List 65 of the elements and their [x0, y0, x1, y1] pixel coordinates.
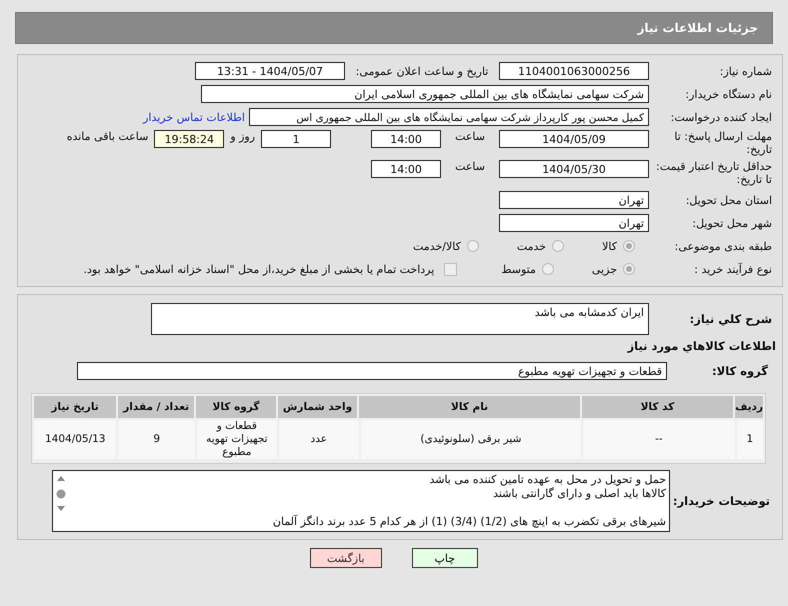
- radio-button[interactable]: [466, 240, 479, 252]
- remaining-time-field: 19:58:24: [154, 130, 224, 148]
- time-label: ساعت: [455, 130, 485, 143]
- table-cell: شیر برقی (سلونوئیدی): [360, 420, 582, 459]
- deadline-date-field: 1404/05/09: [499, 130, 649, 148]
- field-label: نام دستگاه خریدار:: [684, 88, 773, 100]
- radio-label: خدمت: [516, 240, 546, 252]
- column-header: تعداد / مقدار: [118, 396, 194, 418]
- radio-button[interactable]: [552, 240, 564, 252]
- back-button[interactable]: بازگشت: [310, 548, 382, 568]
- checkbox-label: پرداخت تمام یا بخشی از مبلغ خرید،از محل "اسناد خزانه اسلامی" خواهد بود.: [84, 262, 434, 276]
- field-label: تاریخ و ساعت اعلان عمومی:: [354, 64, 490, 78]
- field-label: ایجاد کننده درخواست:: [670, 110, 773, 124]
- column-header: نام کالا: [359, 396, 580, 418]
- radio-label: کالا: [602, 240, 617, 252]
- column-header: ردیف: [735, 396, 763, 418]
- goods-group-field: قطعات و تجهیزات تهویه مطبوع: [77, 362, 667, 380]
- city-field: تهران: [499, 214, 649, 232]
- note-line: شیرهای برقی تکضرب به اینچ های (1/2) (3/4) (1) از هر کدام 5 عدد برند دانگز آلمان: [272, 515, 666, 529]
- radio-label: جزیی: [592, 262, 617, 276]
- page-title: جزئیات اطلاعات نیاز: [637, 21, 758, 35]
- buyer-contact-link[interactable]: اطلاعات تماس خریدار: [143, 110, 245, 124]
- field-label: استان محل تحویل:: [684, 194, 773, 206]
- field-label: مهلت ارسال پاسخ: تا تاریخ:: [673, 130, 773, 156]
- radio-label: متوسط: [501, 262, 536, 276]
- checkbox[interactable]: [444, 262, 458, 276]
- note-line: کالاها باید اصلی و دارای گارانتی باشند: [492, 487, 666, 501]
- radio-button[interactable]: [542, 263, 554, 275]
- column-header: واحد شمارش: [278, 396, 358, 418]
- table-cell: قطعات و تجهیزات تهویه مطبوع: [196, 420, 277, 459]
- time-label: ساعت: [455, 160, 485, 173]
- days-field: 1: [261, 130, 332, 148]
- remaining-label: ساعت باقی مانده: [66, 130, 148, 143]
- days-label: روز و: [230, 130, 256, 143]
- radio-label: کالا/خدمت: [413, 240, 461, 252]
- field-label: توضیحات خریدار:: [672, 494, 771, 508]
- table-cell: 1: [736, 420, 763, 459]
- column-header: گروه کالا: [196, 396, 276, 418]
- column-header: کد کالا: [582, 396, 734, 418]
- field-label: طبقه بندی موضوعی:: [674, 240, 773, 252]
- field-label: حداقل تاریخ اعتبار قیمت: تا تاریخ:: [655, 160, 773, 186]
- need-number-field: 1104001063000256: [499, 62, 649, 80]
- table-cell: 1404/05/13: [34, 420, 116, 459]
- print-button[interactable]: چاپ: [412, 548, 478, 568]
- table-cell: 9: [118, 420, 195, 459]
- table-cell: عدد: [278, 420, 359, 459]
- field-label: نوع فرآیند خرید :: [693, 262, 773, 276]
- creator-field: کمیل محسن پور کارپرداز شرکت سهامی نمایشگاه های بین المللی جمهوری اس: [249, 108, 649, 126]
- province-field: تهران: [499, 191, 649, 209]
- column-header: تاریخ نیاز: [34, 396, 116, 418]
- buyer-field: شرکت سهامی نمایشگاه های بین المللی جمهوری اسلامی ایران: [201, 85, 649, 103]
- table-cell: --: [583, 420, 735, 459]
- field-label: شرح کلي نياز:: [688, 312, 773, 326]
- field-label: شماره نیاز:: [718, 64, 773, 78]
- note-line: حمل و تحویل در محل به عهده تامین کننده می باشد: [428, 473, 666, 487]
- validity-time-field: 14:00: [371, 160, 442, 178]
- radio-button[interactable]: [623, 263, 635, 275]
- field-label: گروه کالا:: [711, 364, 769, 378]
- deadline-time-field: 14:00: [371, 130, 442, 148]
- section-heading: اطلاعات کالاهاي مورد نياز: [626, 339, 777, 353]
- validity-date-field: 1404/05/30: [499, 160, 649, 178]
- announce-date-field: 1404/05/07 - 13:31: [195, 62, 345, 80]
- field-label: شهر محل تحویل:: [691, 216, 773, 230]
- description-field: ایران کدمشابه می باشد: [151, 303, 649, 335]
- radio-button[interactable]: [623, 240, 635, 252]
